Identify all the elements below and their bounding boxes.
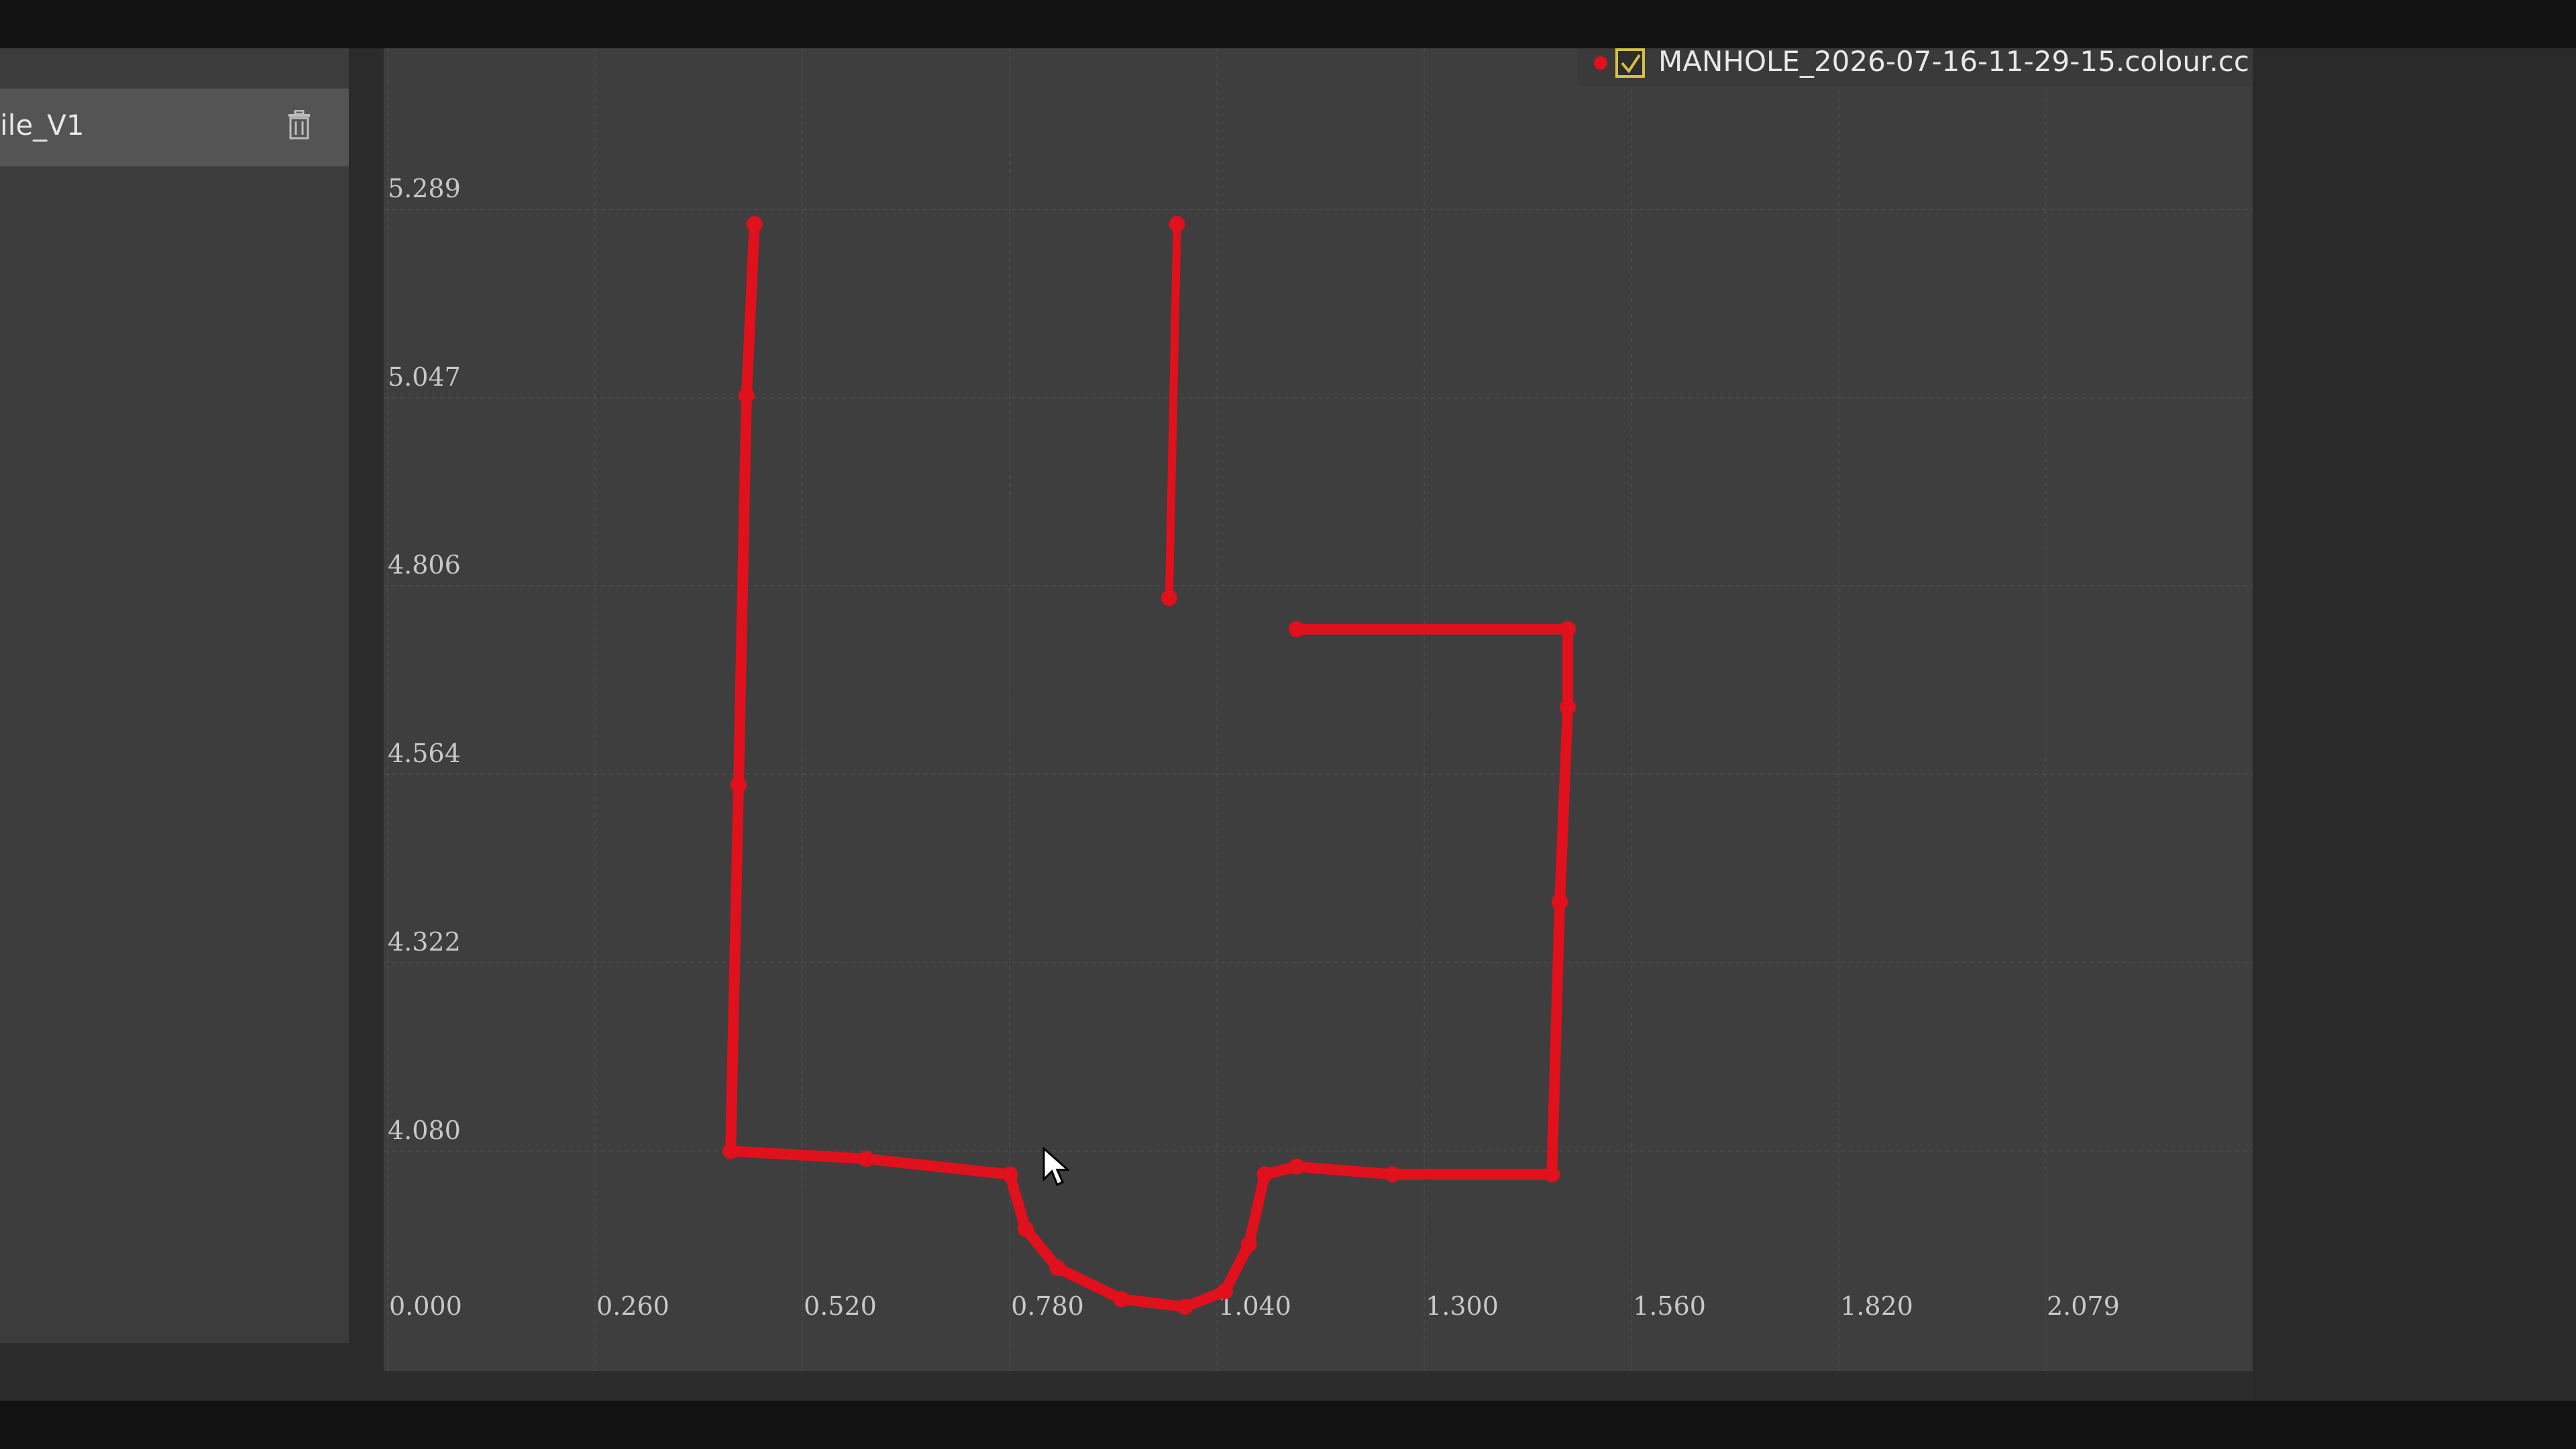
data-point: [1384, 1166, 1401, 1183]
data-point: [1017, 1220, 1034, 1237]
y-tick-label: 4.080: [388, 1116, 461, 1145]
data-point: [1240, 1236, 1257, 1253]
data-point: [1560, 698, 1576, 715]
data-point: [1216, 1283, 1233, 1299]
layer-name: ile_V1: [0, 109, 85, 142]
data-point: [1049, 1260, 1066, 1277]
x-tick-label: 1.820: [1840, 1291, 1913, 1321]
y-tick-label: 4.564: [388, 739, 461, 768]
x-tick-label: 0.260: [596, 1291, 669, 1321]
data-point: [1177, 1299, 1193, 1316]
data-point: [722, 1142, 739, 1159]
data-point: [1544, 1166, 1560, 1183]
x-tick-label: 1.300: [1426, 1291, 1499, 1321]
series-wall: [1165, 220, 1181, 602]
data-point: [858, 1150, 875, 1167]
mouse-cursor-icon: [1042, 1147, 1069, 1187]
x-axis-ticks: 0.000 0.260 0.520 0.780 1.040 1.300 1.560 1.820…: [389, 1291, 2120, 1321]
layer-row[interactable]: ile_V1: [0, 89, 349, 166]
legend-label: MANHOLE_2026-07-16-11-29-15.colour.cc: [1658, 48, 2249, 78]
data-point: [746, 216, 763, 233]
x-tick-label: 0.000: [389, 1291, 462, 1321]
y-tick-label: 5.047: [388, 362, 461, 392]
legend[interactable]: MANHOLE_2026-07-16-11-29-15.colour.cc: [1578, 48, 2253, 86]
scatter-plot[interactable]: 5.289 5.047 4.806 4.564 4.322 4.080 0.000 0.26…: [384, 48, 2253, 1371]
trash-icon[interactable]: [287, 110, 311, 140]
layers-panel: ile_V1: [0, 48, 352, 1343]
data-point: [730, 777, 747, 794]
y-tick-label: 4.322: [388, 927, 461, 957]
x-tick-label: 2.079: [2047, 1291, 2120, 1321]
data-point: [1113, 1291, 1130, 1307]
legend-marker: [1594, 56, 1607, 70]
data-point: [1288, 621, 1305, 637]
x-tick-label: 0.520: [804, 1291, 877, 1321]
series-outline: [725, 219, 1574, 1313]
y-axis-ticks: 5.289 5.047 4.806 4.564 4.322 4.080: [388, 174, 461, 1145]
status-bar: [0, 1401, 2576, 1449]
data-point: [738, 387, 755, 404]
x-tick-label: 0.780: [1011, 1291, 1084, 1321]
legend-checkbox[interactable]: [1615, 48, 1645, 78]
series-points: [722, 216, 1576, 1316]
data-point: [1169, 216, 1185, 233]
data-point: [1560, 621, 1576, 637]
data-point: [1288, 1159, 1305, 1175]
y-tick-label: 4.806: [388, 550, 461, 580]
data-point: [1161, 590, 1177, 606]
y-tick-label: 5.289: [388, 174, 461, 203]
x-tick-label: 1.560: [1633, 1291, 1706, 1321]
data-point: [1002, 1166, 1018, 1183]
data-point: [1256, 1166, 1273, 1183]
title-bar: [0, 0, 2576, 48]
plot-area[interactable]: 5.289 5.047 4.806 4.564 4.322 4.080 0.000 0.26…: [384, 48, 2253, 1371]
right-panel: [2253, 48, 2576, 1401]
data-point: [1552, 894, 1568, 910]
